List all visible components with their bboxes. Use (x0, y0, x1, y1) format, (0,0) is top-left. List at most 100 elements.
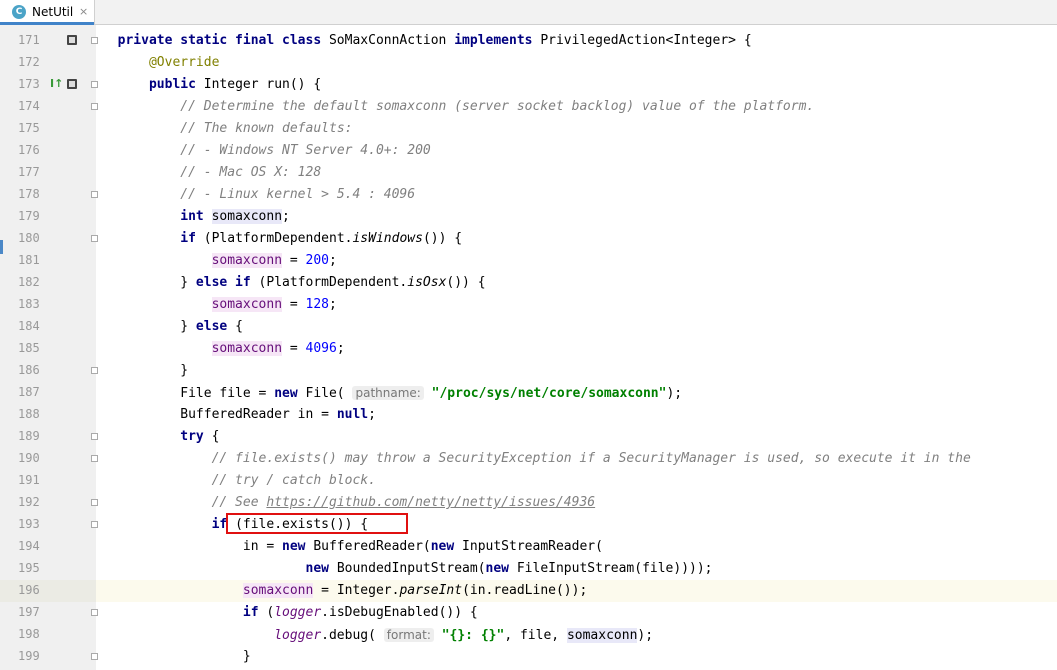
fold-marker-icon[interactable] (91, 103, 98, 110)
fold-marker-icon[interactable] (91, 521, 98, 528)
code-text: int somaxconn; (102, 209, 290, 225)
tab-netutil[interactable]: C NetUtil × (0, 0, 95, 25)
code-line[interactable]: 189 try { (0, 426, 1057, 448)
breakpoint-toggle-icon[interactable] (67, 35, 77, 45)
fold-marker-icon[interactable] (91, 653, 98, 660)
code-line[interactable]: 188 BufferedReader in = null; (0, 404, 1057, 426)
code-token-itf: logger (274, 605, 322, 620)
java-class-icon: C (12, 5, 26, 19)
fold-marker-icon[interactable] (91, 433, 98, 440)
line-number: 192 (18, 495, 40, 509)
close-icon[interactable]: × (79, 5, 88, 18)
fold-marker-icon[interactable] (91, 367, 98, 374)
code-line[interactable]: 184 } else { (0, 316, 1057, 338)
code-line[interactable]: 179 int somaxconn; (0, 206, 1057, 228)
fold-marker-icon[interactable] (91, 191, 98, 198)
line-number: 177 (18, 165, 40, 179)
code-line[interactable]: 173 I↑ public Integer run() { (0, 74, 1057, 96)
code-token-cm: // file.exists() may throw a SecurityExc… (211, 451, 971, 466)
code-line[interactable]: 196 somaxconn = Integer.parseInt(in.read… (0, 580, 1057, 602)
code-line[interactable]: 181 somaxconn = 200; (0, 250, 1057, 272)
code-line[interactable]: 183 somaxconn = 128; (0, 294, 1057, 316)
code-text: @Override (102, 55, 219, 71)
code-token-kw: new (305, 561, 337, 576)
code-token-kw: if (242, 605, 267, 620)
code-line[interactable]: 187 File file = new File( pathname: "/pr… (0, 382, 1057, 404)
code-token-an: @Override (148, 55, 220, 70)
code-token: ; (282, 209, 290, 224)
code-token: .isDebugEnabled()) { (321, 605, 478, 620)
line-number: 185 (18, 341, 40, 355)
code-line[interactable]: 180 if (PlatformDependent.isWindows()) { (0, 228, 1057, 250)
line-number: 182 (18, 275, 40, 289)
code-text: // - Windows NT Server 4.0+: 200 (102, 143, 430, 159)
line-number: 179 (18, 209, 40, 223)
code-token: = Integer. (313, 583, 400, 598)
code-line[interactable]: 177 // - Mac OS X: 128 (0, 162, 1057, 184)
code-text: try { (102, 429, 219, 445)
code-token: } (102, 275, 196, 290)
line-number: 191 (18, 473, 40, 487)
code-token-kw: null (336, 407, 369, 422)
fold-marker-icon[interactable] (91, 609, 98, 616)
code-token: SoMaxConnAction (328, 33, 455, 48)
line-number: 175 (18, 121, 40, 135)
code-token-it: parseInt (399, 583, 463, 598)
implements-method-icon[interactable]: I↑ (50, 77, 63, 90)
code-line[interactable]: 192 // See https://github.com/netty/nett… (0, 492, 1057, 514)
fold-marker-icon[interactable] (91, 235, 98, 242)
code-line[interactable]: 194 in = new BufferedReader(new InputStr… (0, 536, 1057, 558)
line-number: 195 (18, 561, 40, 575)
code-line[interactable]: 176 // - Windows NT Server 4.0+: 200 (0, 140, 1057, 162)
line-number: 181 (18, 253, 40, 267)
fold-marker-icon[interactable] (91, 455, 98, 462)
code-token-kw: else (195, 319, 236, 334)
code-token: ; (329, 253, 337, 268)
code-text: } else { (102, 319, 243, 335)
line-number: 171 (18, 33, 40, 47)
code-line[interactable]: 185 somaxconn = 4096; (0, 338, 1057, 360)
code-line[interactable]: 193 if (file.exists()) { (0, 514, 1057, 536)
code-token-num: 128 (305, 297, 329, 312)
code-line[interactable]: 186 } (0, 360, 1057, 382)
code-token-kw: public (148, 77, 204, 92)
fold-marker-icon[interactable] (91, 81, 98, 88)
code-token-fld: somaxconn (242, 583, 314, 598)
code-token: .debug( (321, 628, 384, 643)
line-number: 174 (18, 99, 40, 113)
fold-marker-icon[interactable] (91, 499, 98, 506)
code-line[interactable]: 172 @Override (0, 52, 1057, 74)
line-number: 193 (18, 517, 40, 531)
code-line[interactable]: 197 if (logger.isDebugEnabled()) { (0, 602, 1057, 624)
code-token-cm: // See (211, 495, 267, 510)
line-number: 197 (18, 605, 40, 619)
code-line[interactable]: 174 // Determine the default somaxconn (… (0, 96, 1057, 118)
code-token: = (282, 253, 306, 268)
code-token: { (235, 319, 243, 334)
breakpoint-toggle-icon[interactable] (67, 79, 77, 89)
fold-marker-icon[interactable] (91, 37, 98, 44)
line-number: 183 (18, 297, 40, 311)
code-line[interactable]: 178 // - Linux kernel > 5.4 : 4096 (0, 184, 1057, 206)
code-line[interactable]: 195 new BoundedInputStream(new FileInput… (0, 558, 1057, 580)
code-token: ; (368, 407, 376, 422)
code-line[interactable]: 199 } (0, 646, 1057, 668)
code-line[interactable]: 198 logger.debug( format: "{}: {}", file… (0, 624, 1057, 646)
code-line[interactable]: 191 // try / catch block. (0, 470, 1057, 492)
code-text: somaxconn = 128; (102, 297, 337, 313)
code-token-hint: format: (383, 628, 434, 642)
code-line[interactable]: 171 private static final class SoMaxConn… (0, 30, 1057, 52)
code-token: InputStreamReader( (462, 539, 603, 554)
code-line[interactable]: 175 // The known defaults: (0, 118, 1057, 140)
code-line[interactable]: 182 } else if (PlatformDependent.isOsx()… (0, 272, 1057, 294)
code-line[interactable]: 190 // file.exists() may throw a Securit… (0, 448, 1057, 470)
code-token-cm: // try / catch block. (211, 473, 376, 488)
code-token-fld: somaxconn (211, 253, 283, 268)
